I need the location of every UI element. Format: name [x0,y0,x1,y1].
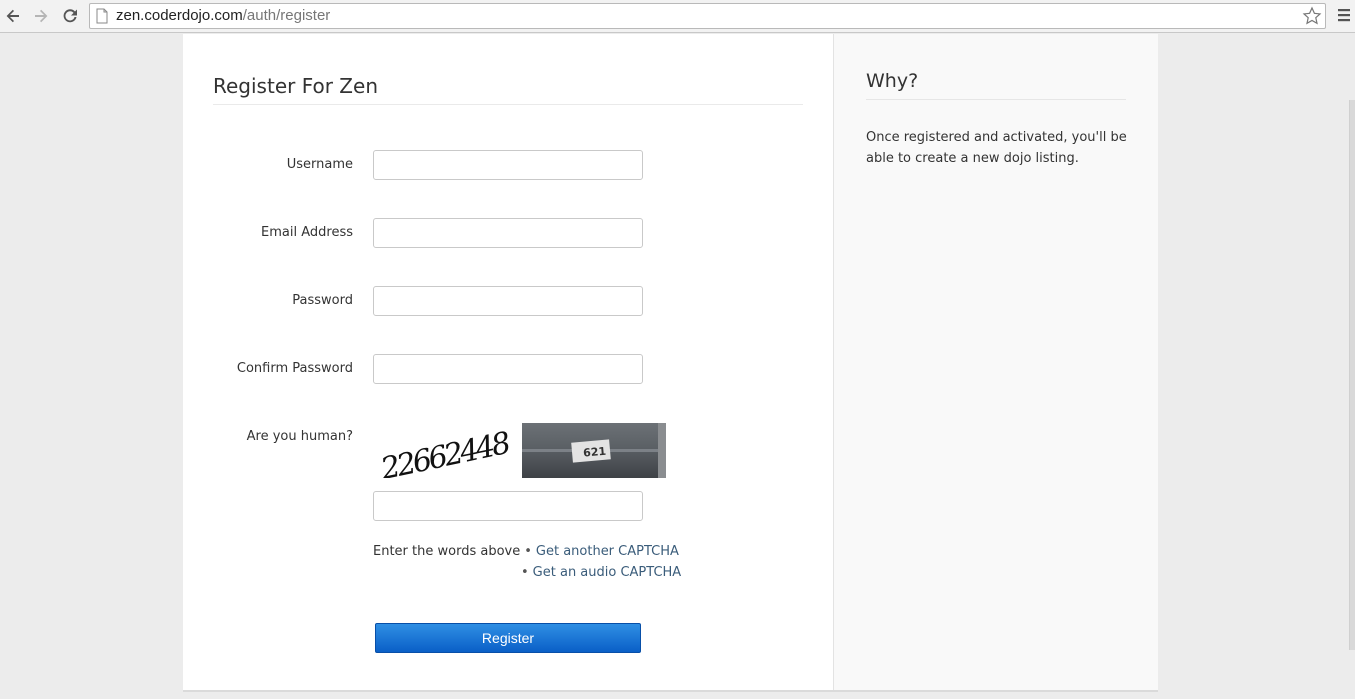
browser-toolbar: zen.coderdojo.com/auth/register [0,0,1355,33]
bullet-separator: • [524,544,532,559]
username-label: Username [286,157,353,172]
bullet-separator: • [521,565,529,580]
address-bar[interactable]: zen.coderdojo.com/auth/register [89,3,1326,29]
confirm-password-label: Confirm Password [236,361,353,376]
captcha-photo-image: 621 [522,423,666,478]
back-button[interactable] [2,5,24,27]
captcha-photo-text: 621 [583,445,607,460]
url-path: /auth/register [242,7,331,24]
password-label: Password [292,293,353,308]
sidebar-divider [866,99,1126,100]
username-input[interactable] [373,150,643,180]
get-audio-captcha-link[interactable]: Get an audio CAPTCHA [533,565,682,580]
url-text: zen.coderdojo.com/auth/register [116,7,330,24]
why-sidebar: Why? Once registered and activated, you'… [833,34,1158,690]
page-icon [96,8,108,24]
page-title: Register For Zen [213,74,378,98]
get-another-captcha-link[interactable]: Get another CAPTCHA [536,544,679,559]
page-scrollbar-thumb[interactable] [1349,100,1355,650]
captcha-help-line-2: • Get an audio CAPTCHA [517,565,681,580]
reload-icon [63,9,77,23]
password-input[interactable] [373,286,643,316]
forward-arrow-icon [35,9,48,23]
back-arrow-icon [6,9,19,23]
email-label: Email Address [261,225,353,240]
captcha-instruction: Enter the words above [373,544,521,559]
menu-icon[interactable] [1337,7,1351,23]
forward-button[interactable] [30,5,52,27]
title-divider [213,104,803,105]
card-bottom-shadow [183,690,1158,692]
email-input[interactable] [373,218,643,248]
reload-button[interactable] [59,5,81,27]
captcha-text-image: 22662448 [377,426,513,478]
url-host: zen.coderdojo.com [116,7,243,24]
register-form-panel: Register For Zen Username Email Address … [183,34,833,690]
captcha-response-input[interactable] [373,491,643,521]
captcha-challenge-text: 22662448 [377,426,513,478]
sidebar-text: Once registered and activated, you'll be… [866,130,1127,166]
register-button[interactable]: Register [375,623,641,653]
sidebar-title: Why? [866,70,919,92]
bookmark-star-icon[interactable] [1302,6,1322,26]
confirm-password-input[interactable] [373,354,643,384]
captcha-label: Are you human? [246,429,353,444]
captcha-help-line-1: Enter the words above • Get another CAPTCH… [373,544,679,559]
